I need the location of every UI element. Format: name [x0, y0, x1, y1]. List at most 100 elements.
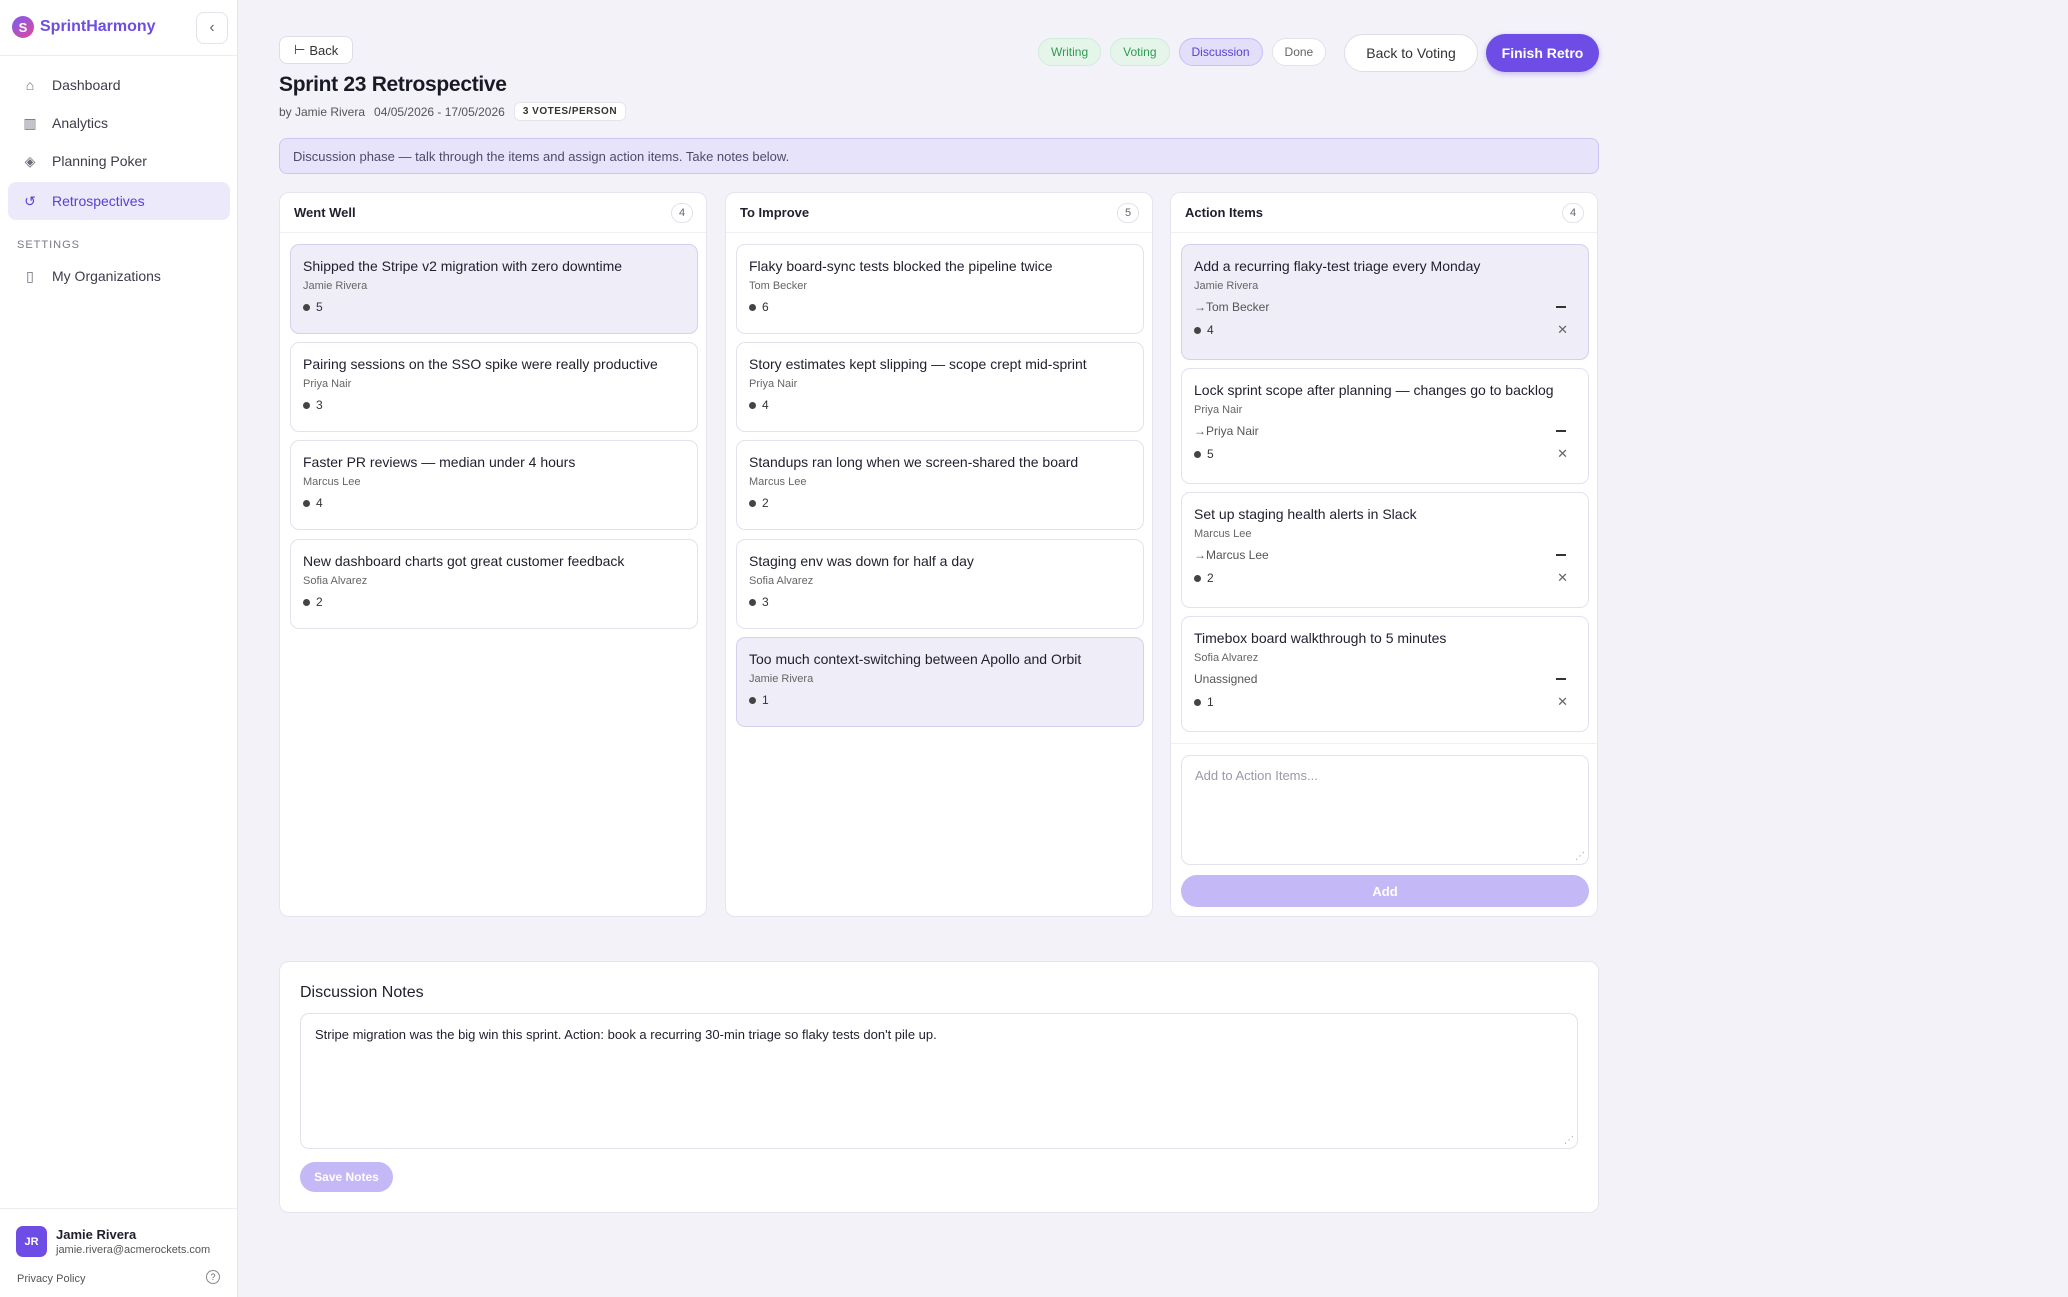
vote-count: 4: [762, 398, 769, 412]
phase-info-banner: Discussion phase — talk through the item…: [279, 138, 1599, 174]
privacy-policy-link[interactable]: Privacy Policy: [17, 1273, 85, 1285]
chart-icon: ▥: [23, 114, 37, 131]
assignee-select[interactable]: →Marcus Lee: [1194, 548, 1269, 562]
sidebar-item-label: Retrospectives: [52, 193, 145, 209]
column-header: To Improve 5: [726, 193, 1152, 233]
sidebar: S SprintHarmony ‹ ⌂ Dashboard ▥ Analytic…: [0, 0, 238, 1297]
card-text: Standups ran long when we screen-shared …: [749, 454, 1079, 470]
settings-section-label: SETTINGS: [17, 239, 81, 251]
assignee-row: →Priya Nair: [1194, 424, 1576, 438]
retro-card[interactable]: Standups ran long when we screen-shared …: [736, 440, 1144, 530]
card-author: Sofia Alvarez: [749, 575, 814, 587]
retro-card[interactable]: Staging env was down for half a day Sofi…: [736, 539, 1144, 629]
add-action-item-button[interactable]: Add: [1181, 875, 1589, 907]
sidebar-item-label: Dashboard: [52, 77, 121, 93]
discussion-notes-textarea[interactable]: Stripe migration was the big win this sp…: [300, 1013, 1578, 1149]
card-author: Priya Nair: [1194, 404, 1243, 416]
close-icon[interactable]: ✕: [1557, 322, 1568, 338]
retro-card[interactable]: Story estimates kept slipping — scope cr…: [736, 342, 1144, 432]
card-votes: 5: [303, 300, 685, 314]
sidebar-item-label: My Organizations: [52, 268, 161, 284]
vote-count: 4: [316, 496, 323, 510]
user-email: jamie.rivera@acmerockets.com: [56, 1244, 211, 1256]
card-votes: 4: [749, 398, 1131, 412]
vote-dot-icon: [749, 303, 756, 311]
card-text: Pairing sessions on the SSO spike were r…: [303, 356, 658, 372]
card-author: Sofia Alvarez: [303, 575, 368, 587]
card-text: New dashboard charts got great customer …: [303, 553, 625, 569]
card-text: Lock sprint scope after planning — chang…: [1194, 382, 1554, 398]
sidebar-item-dashboard[interactable]: ⌂ Dashboard: [8, 66, 230, 104]
retro-card[interactable]: Too much context-switching between Apoll…: [736, 637, 1144, 727]
vote-count: 5: [316, 300, 323, 314]
back-to-voting-button[interactable]: Back to Voting: [1344, 34, 1478, 72]
retro-card[interactable]: Pairing sessions on the SSO spike were r…: [290, 342, 698, 432]
minus-icon[interactable]: [1556, 306, 1566, 308]
vote-dot-icon: [749, 598, 756, 606]
brand[interactable]: S SprintHarmony: [12, 14, 156, 40]
card-author: Marcus Lee: [749, 476, 807, 488]
retro-card[interactable]: Faster PR reviews — median under 4 hours…: [290, 440, 698, 530]
card-text: Timebox board walkthrough to 5 minutes: [1194, 630, 1447, 646]
close-icon[interactable]: ✕: [1557, 446, 1568, 462]
card-text: Shipped the Stripe v2 migration with zer…: [303, 258, 623, 274]
page-title: Sprint 23 Retrospective: [279, 73, 507, 96]
resize-handle-icon[interactable]: ⋰: [1564, 1136, 1574, 1146]
card-text: Too much context-switching between Apoll…: [749, 651, 1082, 667]
column-title: To Improve: [740, 205, 810, 220]
minus-icon[interactable]: [1556, 430, 1566, 432]
book-icon: ▯: [26, 267, 34, 284]
phase-done: Done: [1271, 38, 1327, 66]
assignee-select[interactable]: Unassigned: [1194, 672, 1257, 686]
retro-card[interactable]: Flaky board-sync tests blocked the pipel…: [736, 244, 1144, 334]
vote-dot-icon: [1194, 574, 1201, 582]
assignee-select[interactable]: →Priya Nair: [1194, 424, 1259, 438]
column-count-badge: 5: [1117, 202, 1139, 223]
column-count-badge: 4: [671, 202, 693, 223]
action-item-card[interactable]: Timebox board walkthrough to 5 minutes S…: [1181, 616, 1589, 732]
back-button[interactable]: ⊢ Back: [279, 36, 354, 64]
column-title: Action Items: [1185, 205, 1264, 220]
minus-icon[interactable]: [1556, 554, 1566, 556]
close-icon[interactable]: ✕: [1557, 570, 1568, 586]
card-author: Jamie Rivera: [303, 280, 368, 292]
action-item-card[interactable]: Lock sprint scope after planning — chang…: [1181, 368, 1589, 484]
assignee-select[interactable]: →Tom Becker: [1194, 300, 1269, 314]
retro-card[interactable]: New dashboard charts got great customer …: [290, 539, 698, 629]
card-text: Set up staging health alerts in Slack: [1194, 506, 1417, 522]
action-item-card[interactable]: Add a recurring flaky-test triage every …: [1181, 244, 1589, 360]
discussion-notes-panel: Discussion Notes Stripe migration was th…: [279, 961, 1599, 1213]
add-action-item-placeholder: Add to Action Items...: [1195, 768, 1318, 783]
close-icon[interactable]: ✕: [1557, 694, 1568, 710]
save-notes-button[interactable]: Save Notes: [300, 1162, 393, 1192]
column-header: Went Well 4: [280, 193, 706, 233]
phase-discussion: Discussion: [1178, 38, 1263, 66]
resize-handle-icon[interactable]: ⋰: [1575, 852, 1585, 862]
vote-count: 5: [1207, 447, 1214, 461]
back-label: Back: [309, 42, 339, 58]
card-votes: 4: [303, 496, 685, 510]
sidebar-item-planning-poker[interactable]: ◈ Planning Poker: [8, 142, 230, 180]
user-name: Jamie Rivera: [56, 1227, 137, 1242]
votes-row: 4 ✕: [1194, 322, 1576, 338]
minus-icon[interactable]: [1556, 678, 1566, 680]
vote-dot-icon: [303, 499, 310, 507]
sidebar-item-retrospectives[interactable]: ↺ Retrospectives: [8, 182, 230, 220]
column-divider: [1171, 743, 1599, 744]
finish-retro-button[interactable]: Finish Retro: [1486, 34, 1599, 72]
sidebar-item-my-organizations[interactable]: ▯ My Organizations: [8, 257, 230, 295]
vote-dot-icon: [303, 598, 310, 606]
collapse-sidebar-button[interactable]: ‹: [196, 12, 228, 44]
column-title: Went Well: [294, 205, 356, 220]
vote-dot-icon: [749, 499, 756, 507]
help-icon[interactable]: ?: [206, 1270, 220, 1284]
add-action-item-input[interactable]: Add to Action Items... ⋰: [1181, 755, 1589, 865]
retro-card[interactable]: Shipped the Stripe v2 migration with zer…: [290, 244, 698, 334]
avatar[interactable]: JR: [16, 1226, 47, 1257]
vote-count: 6: [762, 300, 769, 314]
phase-writing: Writing: [1038, 38, 1102, 66]
column-to-improve: To Improve 5 Flaky board-sync tests bloc…: [725, 192, 1153, 917]
action-item-card[interactable]: Set up staging health alerts in Slack Ma…: [1181, 492, 1589, 608]
sidebar-item-analytics[interactable]: ▥ Analytics: [8, 104, 230, 142]
column-went-well: Went Well 4 Shipped the Stripe v2 migrat…: [279, 192, 707, 917]
